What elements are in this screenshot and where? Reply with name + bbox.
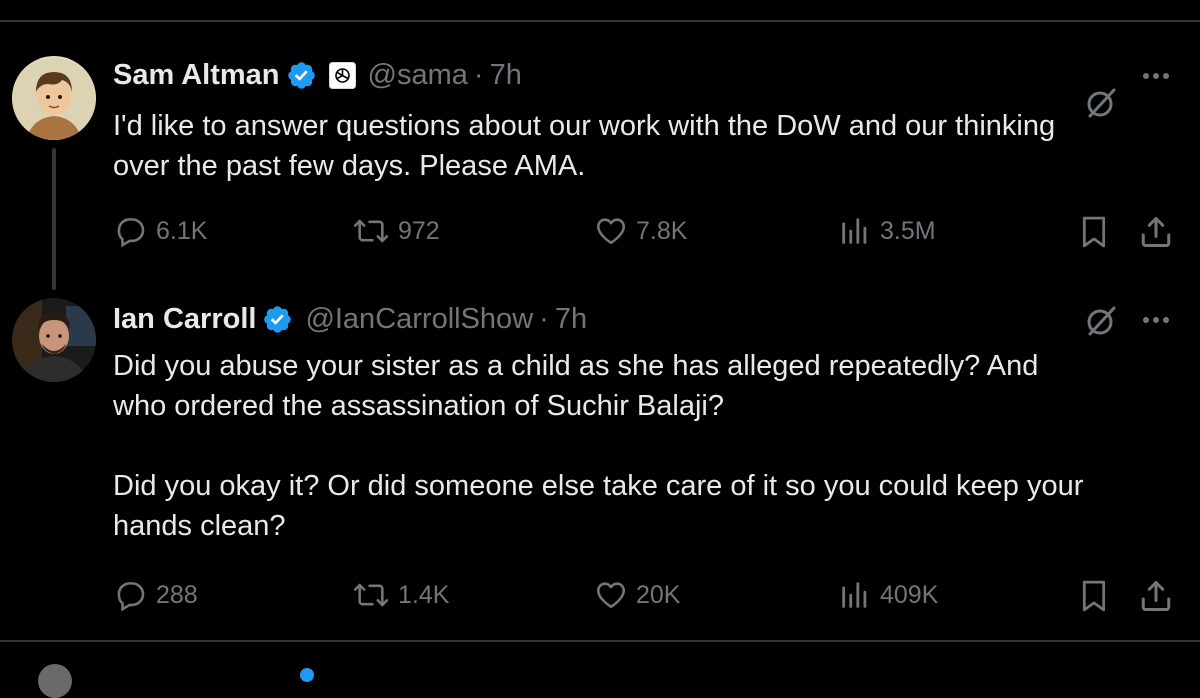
author-handle[interactable]: @sama: [368, 59, 468, 92]
repost-icon: [353, 219, 389, 243]
views-icon: [842, 218, 867, 244]
next-tweet-avatar[interactable]: [38, 664, 72, 698]
author-handle[interactable]: @IanCarrollShow: [305, 303, 533, 336]
repost-button[interactable]: 1.4K: [352, 578, 449, 612]
repost-count: 1.4K: [398, 580, 450, 609]
verified-badge-icon: [286, 60, 317, 91]
tweet-text: Did you abuse your sister as a child as …: [113, 350, 1084, 542]
tweet-header: Sam Altman @sama · 7h: [113, 55, 522, 95]
tweet-text: I'd like to answer questions about our w…: [113, 110, 1056, 182]
like-button[interactable]: 7.8K: [594, 214, 687, 248]
more-options-icon[interactable]: [1138, 64, 1174, 88]
avatar-sam-altman[interactable]: [12, 56, 96, 140]
views-button[interactable]: 3.5M: [838, 214, 936, 248]
like-count: 20K: [636, 580, 681, 609]
tweet-timestamp[interactable]: 7h: [490, 59, 522, 92]
avatar-photo-icon: [12, 298, 96, 382]
avatar-ian-carroll[interactable]: [12, 298, 96, 382]
repost-button[interactable]: 972: [352, 214, 440, 248]
bookmark-icon: [1082, 216, 1106, 248]
views-icon: [842, 582, 867, 608]
verified-badge-icon: [262, 304, 293, 335]
reply-count: 6.1K: [156, 216, 208, 245]
share-button[interactable]: [1138, 214, 1182, 250]
reply-count: 288: [156, 580, 198, 609]
tweet-timestamp[interactable]: 7h: [555, 303, 587, 336]
reply-button[interactable]: 288: [114, 578, 198, 612]
heart-icon: [596, 582, 626, 609]
repost-count: 972: [398, 216, 440, 245]
top-divider: [0, 20, 1200, 22]
view-count: 409K: [880, 580, 939, 609]
repost-icon: [353, 583, 389, 607]
bottom-divider: [0, 640, 1200, 642]
tweet-header: Ian Carroll @IanCarrollShow · 7h: [113, 299, 587, 339]
like-count: 7.8K: [636, 216, 688, 245]
share-button[interactable]: [1138, 578, 1182, 614]
next-tweet-verified-badge-icon: [300, 668, 314, 682]
bookmark-icon: [1082, 580, 1106, 612]
separator-dot: ·: [473, 58, 484, 91]
view-count: 3.5M: [880, 216, 936, 245]
avatar-cartoon-icon: [12, 56, 96, 140]
author-name[interactable]: Sam Altman: [113, 59, 280, 92]
share-icon: [1141, 581, 1171, 611]
share-icon: [1141, 217, 1171, 247]
bookmark-button[interactable]: [1077, 578, 1119, 614]
more-options-icon[interactable]: [1138, 308, 1174, 332]
author-name[interactable]: Ian Carroll: [113, 303, 256, 336]
bookmark-button[interactable]: [1077, 214, 1119, 250]
heart-icon: [596, 218, 626, 245]
reply-icon: [117, 218, 145, 248]
separator-dot: ·: [539, 302, 549, 335]
like-button[interactable]: 20K: [594, 578, 680, 612]
grok-icon[interactable]: [1084, 304, 1118, 338]
views-button[interactable]: 409K: [838, 578, 938, 612]
thread-connector-line: [52, 148, 56, 290]
reply-icon: [117, 582, 145, 612]
openai-logo-icon[interactable]: [328, 61, 356, 89]
reply-button[interactable]: 6.1K: [114, 214, 207, 248]
